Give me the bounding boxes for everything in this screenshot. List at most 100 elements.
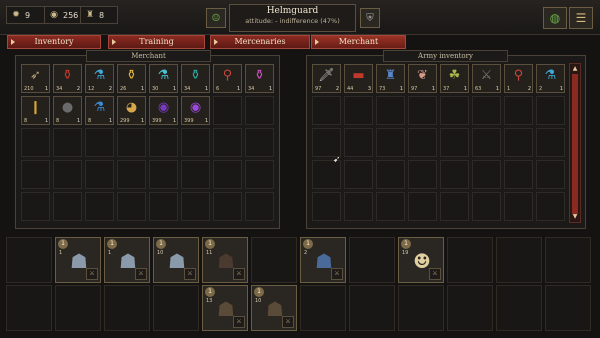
empty-item-slot[interactable] [213,96,242,125]
item-slot[interactable]: ⚔ 63 1 [472,64,501,93]
empty-party-slot[interactable] [496,285,542,331]
empty-item-slot[interactable] [440,192,469,221]
empty-item-slot[interactable] [21,160,50,189]
empty-item-slot[interactable] [536,96,565,125]
item-slot[interactable]: ⚗ 8 1 [85,96,114,125]
empty-item-slot[interactable] [376,192,405,221]
item-slot[interactable]: 🗡 97 2 [312,64,341,93]
empty-party-slot[interactable] [6,237,52,283]
item-slot[interactable]: ◕ 299 1 [117,96,146,125]
empty-party-slot[interactable] [398,285,444,331]
empty-item-slot[interactable] [376,160,405,189]
tab-merchant[interactable]: Merchant [311,35,406,49]
item-slot[interactable]: ➶ 210 1 [21,64,50,93]
empty-item-slot[interactable] [504,192,533,221]
empty-item-slot[interactable] [181,160,210,189]
item-slot[interactable]: ♜ 73 1 [376,64,405,93]
item-slot[interactable]: ⚲ 1 2 [504,64,533,93]
weapon-slot-icon[interactable]: ⚔ [331,268,343,280]
empty-item-slot[interactable] [245,96,274,125]
empty-item-slot[interactable] [312,96,341,125]
weapon-slot-icon[interactable]: ⚔ [282,316,294,328]
empty-party-slot[interactable] [496,237,542,283]
scroll-thumb[interactable] [572,74,578,214]
item-slot[interactable]: ⚗ 30 1 [149,64,178,93]
empty-item-slot[interactable] [117,128,146,157]
empty-item-slot[interactable] [312,128,341,157]
item-slot[interactable]: ❙ 8 1 [21,96,50,125]
empty-item-slot[interactable] [245,192,274,221]
empty-item-slot[interactable] [312,192,341,221]
empty-item-slot[interactable] [149,128,178,157]
empty-item-slot[interactable] [344,96,373,125]
weapon-slot-icon[interactable]: ⚔ [429,268,441,280]
empty-party-slot[interactable] [447,237,493,283]
item-slot[interactable]: ⚗ 2 1 [536,64,565,93]
menu-button[interactable]: ☰ [569,7,593,29]
weapon-slot-icon[interactable]: ⚔ [233,316,245,328]
item-slot[interactable]: ● 8 1 [53,96,82,125]
empty-party-slot[interactable] [153,285,199,331]
mercenary-card[interactable]: ☗ 1 ⚔ 10 [153,237,199,283]
empty-item-slot[interactable] [536,128,565,157]
empty-party-slot[interactable] [6,285,52,331]
empty-item-slot[interactable] [536,192,565,221]
weapon-slot-icon[interactable]: ⚔ [135,268,147,280]
item-slot[interactable]: ⚲ 6 1 [213,64,242,93]
empty-item-slot[interactable] [504,128,533,157]
empty-item-slot[interactable] [181,128,210,157]
item-slot[interactable]: ☘ 37 1 [440,64,469,93]
empty-item-slot[interactable] [344,192,373,221]
empty-item-slot[interactable] [440,128,469,157]
empty-item-slot[interactable] [53,160,82,189]
item-slot[interactable]: ◉ 399 1 [181,96,210,125]
empty-item-slot[interactable] [344,160,373,189]
empty-party-slot[interactable] [545,237,591,283]
empty-item-slot[interactable] [117,192,146,221]
item-slot[interactable]: ◉ 399 1 [149,96,178,125]
empty-party-slot[interactable] [104,285,150,331]
empty-item-slot[interactable] [536,160,565,189]
empty-item-slot[interactable] [472,192,501,221]
empty-item-slot[interactable] [53,128,82,157]
empty-item-slot[interactable] [376,96,405,125]
mercenary-card[interactable]: ☗ 1 ⚔ 2 [300,237,346,283]
empty-item-slot[interactable] [85,192,114,221]
empty-item-slot[interactable] [85,160,114,189]
empty-party-slot[interactable] [349,285,395,331]
item-slot[interactable]: ⚱ 34 1 [181,64,210,93]
mercenary-card[interactable]: ☗ 1 ⚔ 1 [104,237,150,283]
empty-item-slot[interactable] [472,160,501,189]
item-slot[interactable]: ❦ 97 1 [408,64,437,93]
empty-item-slot[interactable] [376,128,405,157]
scroll-down-icon[interactable]: ▼ [571,213,579,221]
mercenary-card[interactable]: ☗ 1 ⚔ 11 [202,237,248,283]
item-slot[interactable]: ⚱ 26 1 [117,64,146,93]
empty-item-slot[interactable] [149,160,178,189]
empty-item-slot[interactable] [21,128,50,157]
item-slot[interactable]: ⚱ 34 2 [53,64,82,93]
mercenary-card[interactable]: ☗ 1 ⚔ 10 [251,285,297,331]
empty-item-slot[interactable] [472,96,501,125]
weapon-slot-icon[interactable]: ⚔ [86,268,98,280]
weapon-slot-icon[interactable]: ⚔ [233,268,245,280]
scroll-up-icon[interactable]: ▲ [571,65,579,73]
army-inventory-scrollbar[interactable]: ▲ ▼ [569,63,581,223]
empty-item-slot[interactable] [344,128,373,157]
empty-item-slot[interactable] [504,160,533,189]
item-slot[interactable]: ⚱ 34 1 [245,64,274,93]
empty-item-slot[interactable] [213,192,242,221]
map-button[interactable]: ◍ [543,7,567,29]
merchant-portrait[interactable]: ☺ [206,8,226,28]
empty-item-slot[interactable] [85,128,114,157]
mercenary-card[interactable]: ☻ 1 ⚔ 19 [398,237,444,283]
item-slot[interactable]: ▬ 44 3 [344,64,373,93]
mercenary-card[interactable]: ☗ 1 ⚔ 13 [202,285,248,331]
empty-item-slot[interactable] [117,160,146,189]
empty-item-slot[interactable] [21,192,50,221]
empty-item-slot[interactable] [472,128,501,157]
empty-item-slot[interactable] [149,192,178,221]
empty-party-slot[interactable] [447,285,493,331]
empty-item-slot[interactable] [408,128,437,157]
tab-training[interactable]: Training [108,35,205,49]
